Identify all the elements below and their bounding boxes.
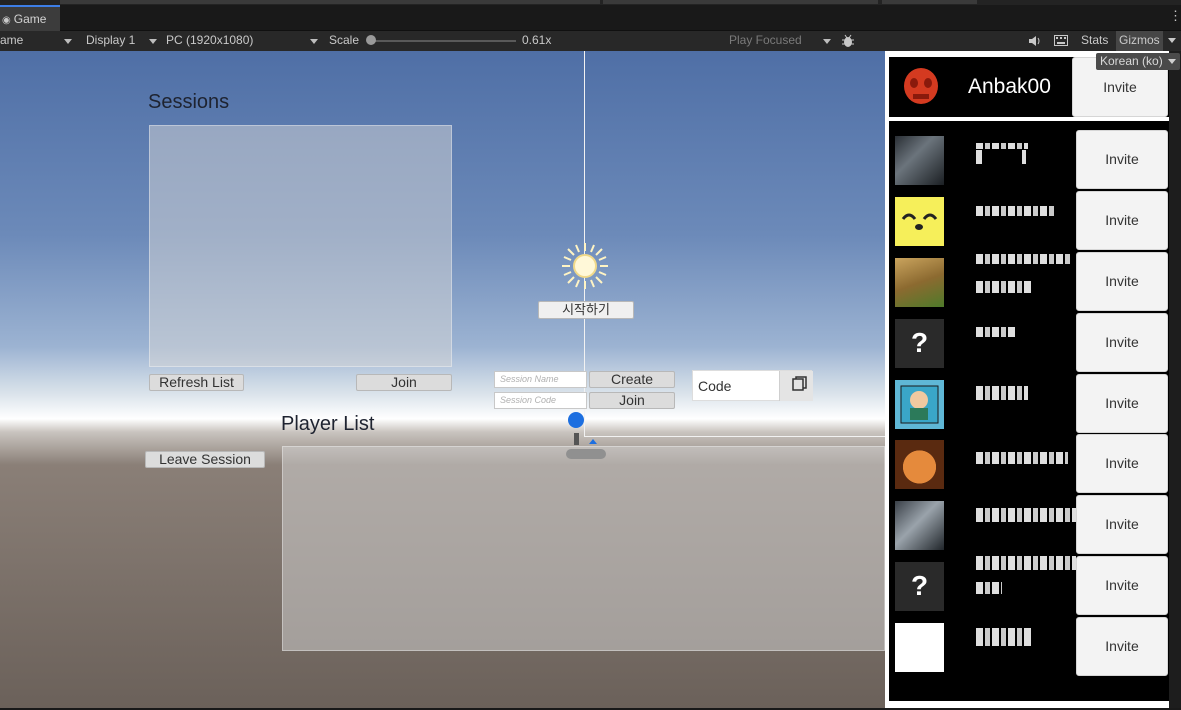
stats-button[interactable]: Stats <box>1081 31 1108 51</box>
gizmo-line-horizontal <box>584 436 885 437</box>
friend-avatar: ? <box>895 319 944 368</box>
join-by-code-button[interactable]: Join <box>589 392 675 409</box>
language-dropdown[interactable]: Korean (ko) <box>1096 53 1180 70</box>
friend-avatar <box>895 136 944 185</box>
friend-invite-button[interactable]: Invite <box>1076 313 1168 372</box>
friend-avatar <box>895 501 944 550</box>
display-dropdown[interactable]: Display 1 <box>86 31 159 51</box>
friend-name-redacted <box>1022 150 1026 164</box>
unity-editor-window: ◉ Game ⋮ ame Display 1 PC (1920x1080) Sca… <box>0 0 1181 710</box>
game-mode-label: ame <box>0 33 24 47</box>
game-view-toolbar: ame Display 1 PC (1920x1080) Scale 0.61x… <box>0 31 1181 51</box>
scrollbar-gutter <box>1169 51 1181 708</box>
friend-name-redacted <box>976 150 982 164</box>
friend-invite-button[interactable]: Invite <box>1076 130 1168 189</box>
copy-icon <box>792 376 807 391</box>
friend-avatar-art <box>901 213 938 230</box>
play-focused-label: Play Focused <box>729 33 802 47</box>
friend-name-redacted <box>976 281 1032 293</box>
friend-name-redacted <box>976 143 1028 149</box>
friend-invite-button[interactable]: Invite <box>1076 252 1168 311</box>
create-session-button[interactable]: Create <box>589 371 675 388</box>
keyboard-icon[interactable] <box>1054 31 1070 51</box>
display-label: Display 1 <box>86 33 136 47</box>
top-strip-segment <box>882 0 977 4</box>
friend-avatar <box>895 258 944 307</box>
friend-name-redacted <box>976 452 1068 464</box>
friend-avatar <box>895 623 944 672</box>
friend-name-redacted <box>976 254 1072 264</box>
scale-label: Scale <box>329 33 360 47</box>
sun-light-icon <box>560 241 610 291</box>
bug-icon[interactable] <box>840 31 856 51</box>
tab-bar: ◉ Game ⋮ <box>0 5 1181 31</box>
scale-slider-handle[interactable] <box>366 35 376 45</box>
friend-invite-button[interactable]: Invite <box>1076 374 1168 433</box>
friend-avatar <box>895 380 944 429</box>
friend-avatar <box>895 197 944 246</box>
friend-invite-button[interactable]: Invite <box>1076 617 1168 676</box>
friend-avatar <box>895 440 944 489</box>
game-viewport: Sessions Refresh List Join 시작하기 Session … <box>0 51 885 708</box>
tab-game-label: Game <box>13 12 47 26</box>
code-label: Code <box>698 378 732 394</box>
resolution-dropdown[interactable]: PC (1920x1080) <box>166 31 320 51</box>
friend-invite-button[interactable]: Invite <box>1076 495 1168 554</box>
friend-name-redacted <box>976 508 1076 522</box>
friend-name-redacted <box>976 206 1056 216</box>
friend-name-redacted <box>976 556 1076 570</box>
scale-value: 0.61x <box>522 33 552 47</box>
friend-avatar: ? <box>895 562 944 611</box>
tab-game[interactable]: ◉ Game <box>0 5 60 31</box>
play-focused-dropdown[interactable]: Play Focused <box>729 31 833 51</box>
join-session-button[interactable]: Join <box>356 374 452 391</box>
top-strip-segment <box>60 0 600 4</box>
more-options-icon[interactable]: ⋮ <box>1169 9 1181 23</box>
leave-session-button[interactable]: Leave Session <box>145 451 265 468</box>
friend-invite-button[interactable]: Invite <box>1076 556 1168 615</box>
player-list-title: Player List <box>281 413 375 435</box>
refresh-list-button[interactable]: Refresh List <box>149 374 244 391</box>
resolution-label: PC (1920x1080) <box>166 33 254 47</box>
unknown-avatar-icon: ? <box>910 327 929 358</box>
gizmos-button[interactable]: Gizmos <box>1116 31 1163 51</box>
current-user-avatar <box>900 66 942 108</box>
friend-avatar-art <box>900 385 939 424</box>
friend-name-redacted <box>976 327 1016 337</box>
copy-code-button[interactable] <box>779 371 813 401</box>
current-user-name: Anbak00 <box>968 75 1051 98</box>
friend-name-redacted <box>976 582 1002 594</box>
top-strip-segment <box>603 0 878 4</box>
session-code-input[interactable]: Session Code <box>494 392 587 409</box>
start-button[interactable]: 시작하기 <box>538 301 634 319</box>
gizmos-dropdown-arrow-icon[interactable] <box>1168 31 1181 51</box>
game-mode-dropdown[interactable]: ame <box>0 31 74 51</box>
friend-invite-button[interactable]: Invite <box>1076 191 1168 250</box>
sessions-list-panel[interactable] <box>149 125 452 367</box>
friend-name-redacted <box>976 386 1028 400</box>
audio-mute-icon[interactable] <box>1028 31 1044 51</box>
unknown-avatar-icon: ? <box>910 570 929 601</box>
game-view-icon: ◉ <box>2 15 11 26</box>
sessions-title: Sessions <box>148 91 230 113</box>
scale-slider-track[interactable] <box>372 40 516 42</box>
friend-name-redacted <box>976 628 1032 646</box>
session-code-display: Code <box>692 370 813 401</box>
player-list-panel[interactable] <box>282 446 885 651</box>
session-name-input[interactable]: Session Name <box>494 371 587 388</box>
friend-invite-button[interactable]: Invite <box>1076 434 1168 493</box>
